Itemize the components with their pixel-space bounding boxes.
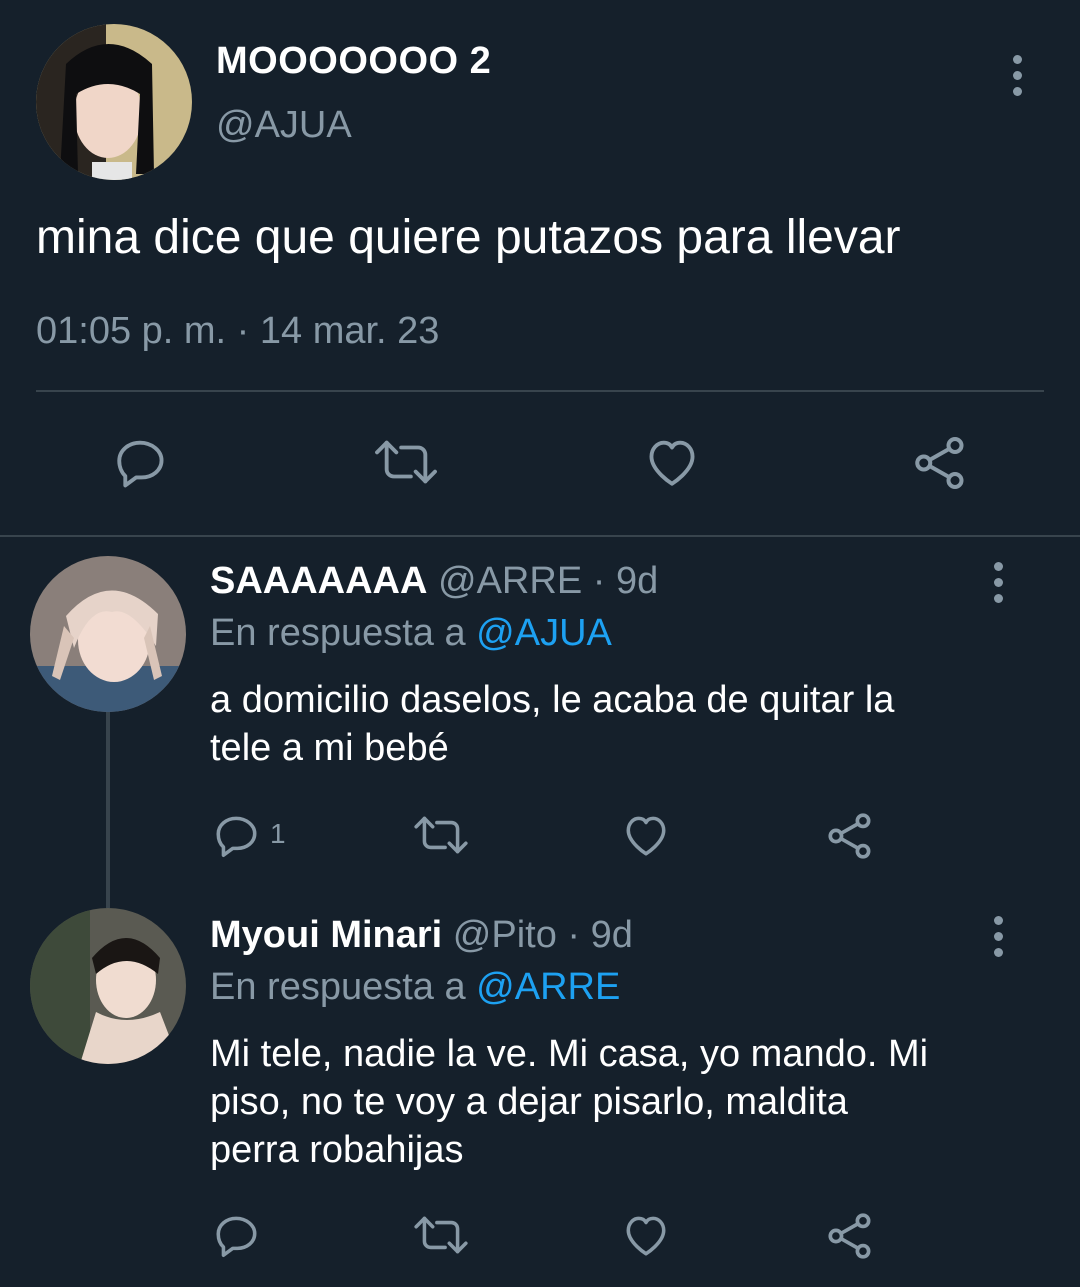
more-options-icon[interactable] [978, 557, 1018, 607]
reply-time[interactable]: · 9d [593, 560, 658, 602]
replying-to-label: En respuesta a [210, 612, 466, 654]
share-icon[interactable] [910, 433, 970, 493]
mention-link[interactable]: @AJUA [476, 612, 612, 654]
reply-avatar[interactable] [30, 556, 186, 712]
reply-text: Mi tele, nadie la ve. Mi casa, yo mando.… [210, 1030, 1030, 1174]
author-display-name[interactable]: MOOOOOOO 2 [216, 40, 491, 83]
mention-link[interactable]: @ARRE [476, 966, 620, 1008]
reply-text-line: perra robahijas [210, 1129, 464, 1171]
share-icon[interactable] [824, 810, 876, 862]
retweet-icon[interactable] [412, 810, 470, 860]
thread-line [106, 712, 110, 908]
reply-text: a domicilio daselos, le acaba de quitar … [210, 676, 1030, 772]
replying-to: En respuesta a @AJUA [210, 612, 612, 655]
reply-header: SAAAAAAA @ARRE · 9d [210, 560, 658, 603]
like-icon[interactable] [642, 433, 702, 491]
reply-display-name[interactable]: SAAAAAAA [210, 560, 427, 602]
reply-text-line: Mi tele, nadie la ve. Mi casa, yo mando.… [210, 1033, 929, 1075]
reply-header: Myoui Minari @Pito · 9d [210, 914, 633, 957]
divider [36, 390, 1044, 392]
reply-display-name[interactable]: Myoui Minari [210, 914, 442, 956]
replying-to-label: En respuesta a [210, 966, 466, 1008]
reply-icon[interactable] [212, 1210, 262, 1260]
reply-text-line: a domicilio daselos, le acaba de quitar … [210, 679, 895, 721]
tweet-timestamp[interactable]: 01:05 p. m. · 14 mar. 23 [36, 310, 439, 353]
reply-icon[interactable] [112, 433, 170, 491]
reply-handle[interactable]: @Pito [453, 914, 557, 956]
retweet-icon[interactable] [412, 1210, 470, 1260]
reply-text-line: piso, no te voy a dejar pisarlo, maldita [210, 1081, 848, 1123]
more-options-icon[interactable] [997, 50, 1037, 100]
reply-icon[interactable] [212, 810, 262, 860]
like-icon[interactable] [620, 1210, 672, 1260]
author-handle[interactable]: @AJUA [216, 104, 352, 147]
more-options-icon[interactable] [978, 911, 1018, 961]
reply-handle[interactable]: @ARRE [438, 560, 582, 602]
section-divider [0, 535, 1080, 537]
tweet-text: mina dice que quiere putazos para llevar [36, 211, 901, 264]
replying-to: En respuesta a @ARRE [210, 966, 620, 1009]
reply-time[interactable]: · 9d [567, 914, 632, 956]
share-icon[interactable] [824, 1210, 876, 1262]
reply-avatar[interactable] [30, 908, 186, 1064]
reply-text-line: tele a mi bebé [210, 727, 449, 769]
author-avatar[interactable] [36, 24, 192, 180]
reply-count: 1 [270, 818, 286, 849]
retweet-icon[interactable] [372, 433, 440, 491]
like-icon[interactable] [620, 810, 672, 860]
